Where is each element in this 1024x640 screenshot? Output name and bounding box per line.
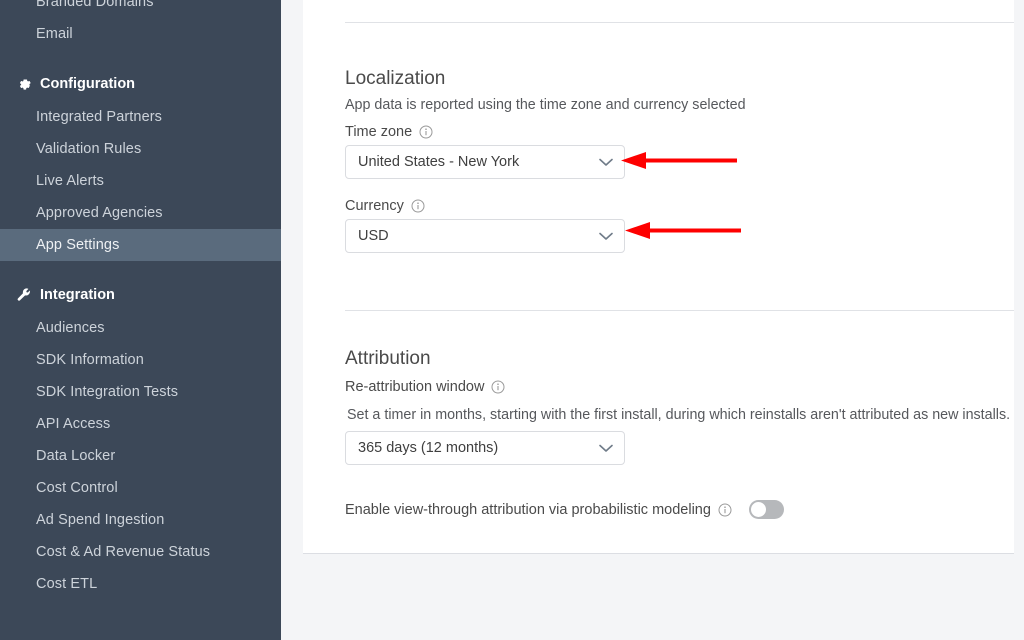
- toggle-knob: [751, 502, 766, 517]
- currency-label-text: Currency: [345, 198, 404, 214]
- sidebar-gap-1: [0, 50, 281, 67]
- localization-description: App data is reported using the time zone…: [345, 97, 746, 113]
- sidebar-item-label: SDK Information: [36, 352, 144, 368]
- reattribution-window-label: Re-attribution window: [345, 379, 505, 395]
- sidebar-group-integration[interactable]: Integration: [0, 278, 281, 312]
- view-through-attribution-row: Enable view-through attribution via prob…: [345, 500, 784, 519]
- currency-label: Currency: [345, 198, 425, 214]
- wrench-icon: [15, 286, 33, 304]
- sidebar-item-label: Cost ETL: [36, 576, 97, 592]
- sidebar-item-label: Approved Agencies: [36, 205, 163, 221]
- info-icon[interactable]: [419, 125, 433, 139]
- timezone-label: Time zone: [345, 124, 433, 140]
- sidebar-scroll-container: Branded Domains Email Configuration Integra…: [0, 0, 281, 600]
- sidebar-item-cost-ad-revenue-status[interactable]: Cost & Ad Revenue Status: [0, 536, 281, 568]
- sidebar-item-label: Branded Domains: [36, 0, 154, 10]
- sidebar-item-email[interactable]: Email: [0, 18, 281, 50]
- reattribution-window-label-text: Re-attribution window: [345, 379, 484, 395]
- attribution-section-title: Attribution: [345, 348, 431, 370]
- sidebar-item-label: Email: [36, 26, 73, 42]
- currency-select-value: USD: [358, 228, 598, 244]
- timezone-label-text: Time zone: [345, 124, 412, 140]
- sidebar-item-label: App Settings: [36, 237, 119, 253]
- main-content: Localization App data is reported using …: [281, 0, 1024, 640]
- sidebar-item-label: Audiences: [36, 320, 105, 336]
- view-through-attribution-label: Enable view-through attribution via prob…: [345, 502, 711, 518]
- gear-icon: [15, 75, 33, 93]
- sidebar-group-configuration[interactable]: Configuration: [0, 67, 281, 101]
- timezone-select[interactable]: United States - New York: [345, 145, 625, 179]
- info-icon[interactable]: [491, 380, 505, 394]
- sidebar-item-label: API Access: [36, 416, 110, 432]
- view-through-attribution-toggle[interactable]: [749, 500, 784, 519]
- sidebar-item-sdk-information[interactable]: SDK Information: [0, 344, 281, 376]
- timezone-select-value: United States - New York: [358, 154, 598, 170]
- info-icon[interactable]: [718, 503, 732, 517]
- sidebar-item-data-locker[interactable]: Data Locker: [0, 440, 281, 472]
- sidebar-item-approved-agencies[interactable]: Approved Agencies: [0, 197, 281, 229]
- sidebar-item-validation-rules[interactable]: Validation Rules: [0, 133, 281, 165]
- reattribution-window-select[interactable]: 365 days (12 months): [345, 431, 625, 465]
- sidebar-item-sdk-integration-tests[interactable]: SDK Integration Tests: [0, 376, 281, 408]
- sidebar-group-label: Integration: [40, 278, 115, 312]
- chevron-down-icon: [598, 228, 614, 244]
- sidebar-item-api-access[interactable]: API Access: [0, 408, 281, 440]
- sidebar-item-label: Ad Spend Ingestion: [36, 512, 164, 528]
- sidebar-item-label: SDK Integration Tests: [36, 384, 178, 400]
- sidebar-item-cost-etl[interactable]: Cost ETL: [0, 568, 281, 600]
- section-divider-top: [345, 22, 1014, 23]
- sidebar-item-label: Cost Control: [36, 480, 118, 496]
- sidebar-item-integrated-partners[interactable]: Integrated Partners: [0, 101, 281, 133]
- currency-select[interactable]: USD: [345, 219, 625, 253]
- sidebar-group-label: Configuration: [40, 67, 135, 101]
- chevron-down-icon: [598, 154, 614, 170]
- reattribution-window-help-text: Set a timer in months, starting with the…: [347, 407, 1010, 423]
- sidebar-item-branded-domains[interactable]: Branded Domains: [0, 0, 281, 18]
- sidebar-item-ad-spend-ingestion[interactable]: Ad Spend Ingestion: [0, 504, 281, 536]
- sidebar-item-app-settings[interactable]: App Settings: [0, 229, 281, 261]
- chevron-down-icon: [598, 440, 614, 456]
- reattribution-window-select-value: 365 days (12 months): [358, 440, 598, 456]
- settings-card: Localization App data is reported using …: [303, 0, 1014, 554]
- sidebar-navigation: Branded Domains Email Configuration Integra…: [0, 0, 281, 640]
- localization-section-title: Localization: [345, 68, 445, 90]
- sidebar-item-label: Cost & Ad Revenue Status: [36, 544, 210, 560]
- sidebar-gap-2: [0, 261, 281, 278]
- info-icon[interactable]: [411, 199, 425, 213]
- sidebar-item-cost-control[interactable]: Cost Control: [0, 472, 281, 504]
- sidebar-item-label: Validation Rules: [36, 141, 141, 157]
- sidebar-item-label: Data Locker: [36, 448, 115, 464]
- sidebar-item-audiences[interactable]: Audiences: [0, 312, 281, 344]
- sidebar-item-label: Live Alerts: [36, 173, 104, 189]
- sidebar-item-live-alerts[interactable]: Live Alerts: [0, 165, 281, 197]
- app-root: Branded Domains Email Configuration Integra…: [0, 0, 1024, 640]
- sidebar-item-label: Integrated Partners: [36, 109, 162, 125]
- section-divider-middle: [345, 310, 1014, 311]
